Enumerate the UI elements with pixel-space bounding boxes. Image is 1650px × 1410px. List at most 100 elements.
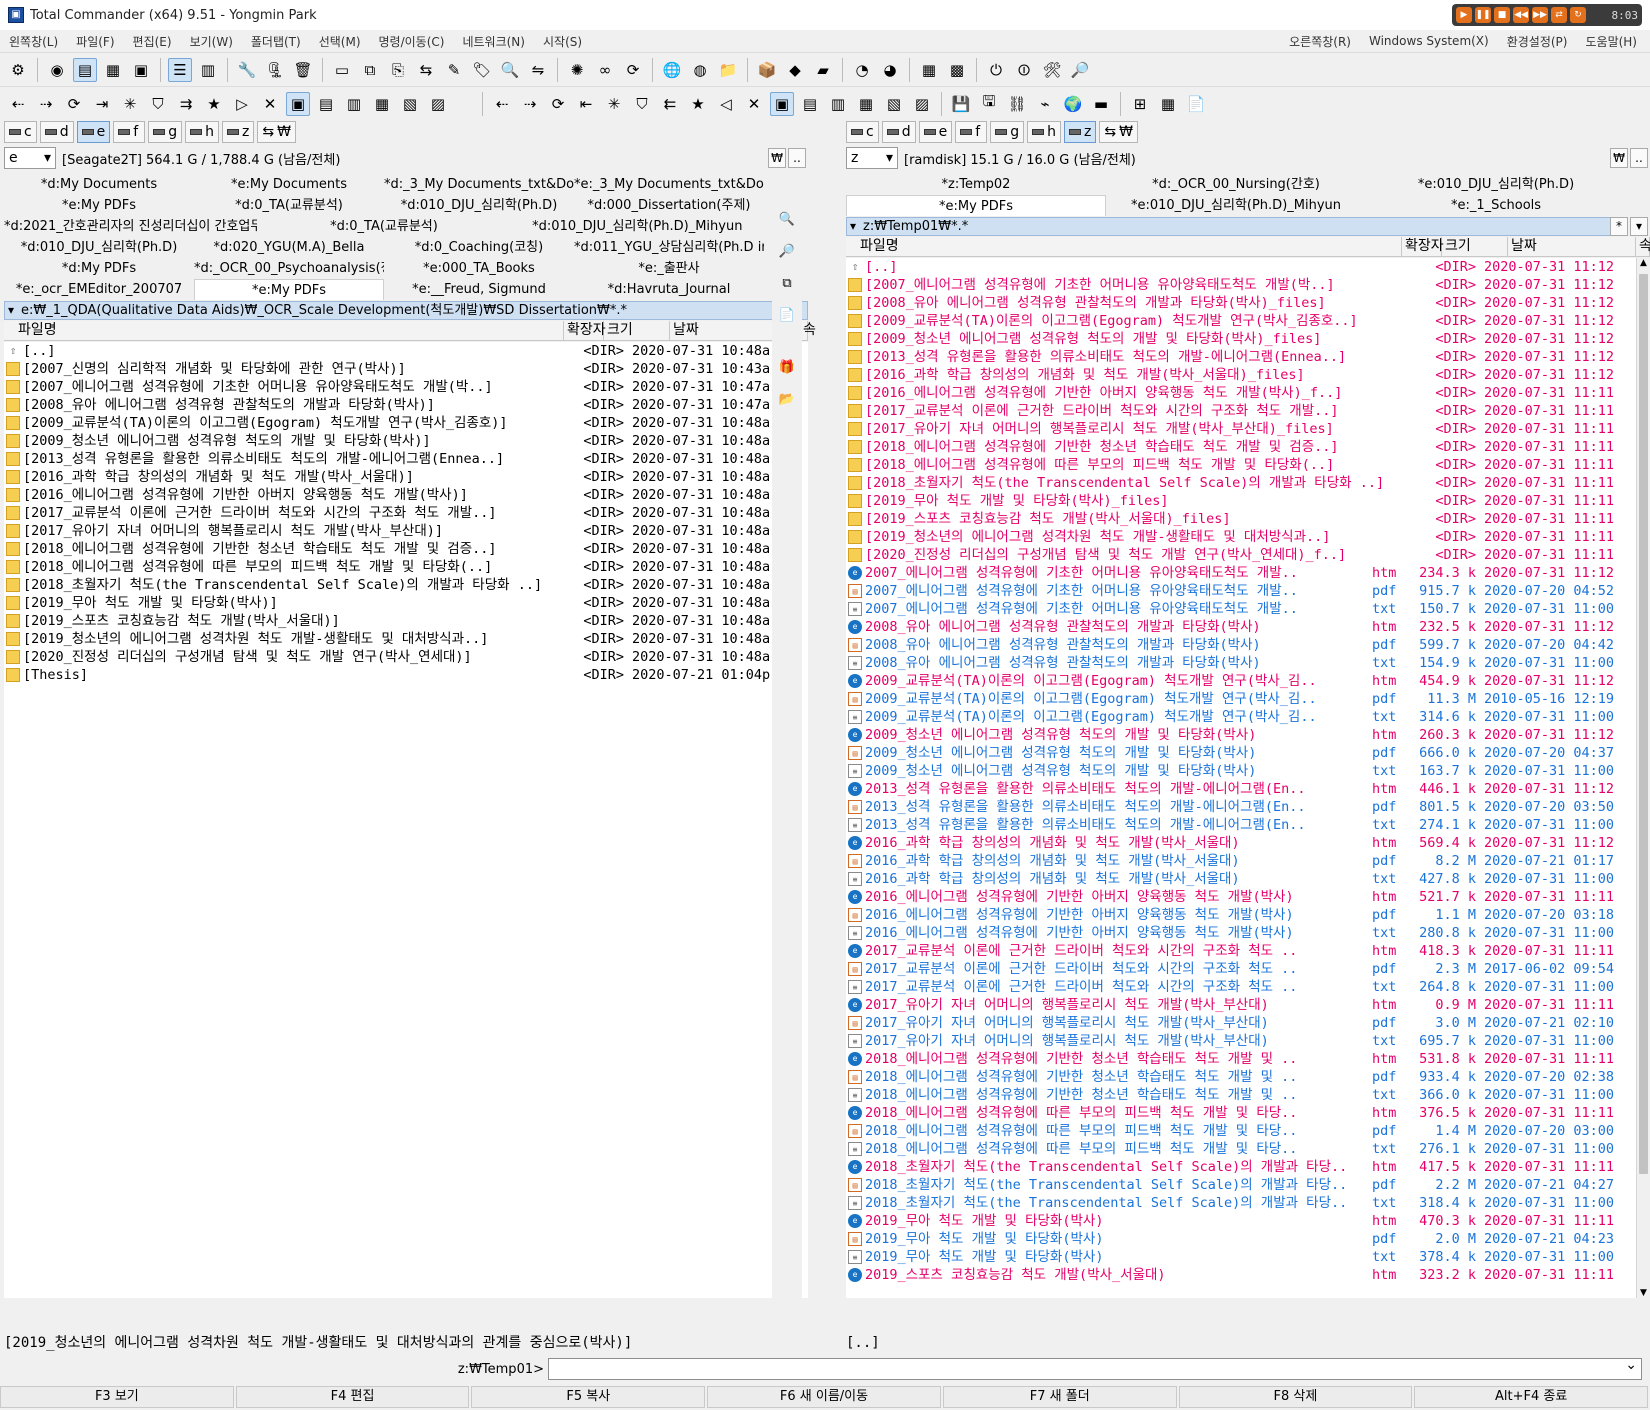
cross-icon[interactable]: ✕ [258, 92, 282, 116]
left-file-row[interactable]: [2017_교류분석 이론에 근거한 드라이버 척도와 시간의 구조화 척도 개… [4, 504, 808, 522]
right-col-size[interactable]: 크기 [1442, 237, 1508, 256]
f4-edit-button[interactable]: F4 편집 [235, 1386, 470, 1408]
right-file-row[interactable]: ▤ 2018_에니어그램 성격유형에 따른 부모의 피드백 척도 개발 및 타당.… [846, 1122, 1636, 1140]
right-vertical-scrollbar[interactable]: ▲ ▼ [1636, 258, 1650, 1298]
right-parent-button[interactable]: .. [1630, 148, 1648, 168]
left-drive-d[interactable]: d [39, 121, 74, 143]
battery-icon[interactable]: ▬ [1089, 92, 1113, 116]
right-back-icon[interactable]: ⇠ [490, 92, 514, 116]
menu-folder-tabs[interactable]: 폴더탭(T) [242, 33, 310, 50]
left-file-row[interactable]: [2009_교류분석(TA)이론의 이고그램(Egogram) 척도개발 연구(… [4, 414, 808, 432]
left-parent-button[interactable]: .. [788, 148, 806, 168]
right-file-row[interactable]: [2016_에니어그램 성격유형에 기반한 아버지 양육행동 척도 개발(박사)… [846, 384, 1636, 402]
right-file-row[interactable]: [2017_교류분석 이론에 근거한 드라이버 척도와 시간의 구조화 척도 개… [846, 402, 1636, 420]
right-file-row[interactable]: ▤ 2018_에니어그램 성격유형에 기반한 청소년 학습태도 척도 개발 및 .… [846, 1068, 1636, 1086]
f7-new-folder-button[interactable]: F7 새 폴더 [942, 1386, 1177, 1408]
menu-right-pane[interactable]: 오른쪽창(R) [1280, 33, 1360, 50]
star-burst-icon[interactable]: ✳ [118, 92, 142, 116]
repeat-icon[interactable]: ↻ [1570, 7, 1586, 23]
left-file-row[interactable]: [2019_청소년의 에니어그램 성격차원 척도 개발-생활태도 및 대처방식과… [4, 630, 808, 648]
cube-icon[interactable]: ◆ [783, 58, 807, 82]
apps-icon[interactable]: ▦ [1156, 92, 1180, 116]
right-drive-e[interactable]: e [918, 121, 953, 143]
left-path-bar[interactable]: e:₩_1_QDA(Qualitative Data Aids)₩_OCR_Sc… [4, 301, 808, 320]
left-folder-tab[interactable]: *d:Havruta_Journal [574, 279, 764, 300]
right-play-back-icon[interactable]: ◁ [714, 92, 738, 116]
refresh-view-icon[interactable]: ◉ [45, 58, 69, 82]
right-panel-4-icon[interactable]: ▦ [854, 92, 878, 116]
left-col-ext[interactable]: 확장자 [564, 321, 606, 340]
right-file-row[interactable]: [2009_교류분석(TA)이론의 이고그램(Egogram) 척도개발 연구(… [846, 312, 1636, 330]
menu-edit[interactable]: 편집(E) [124, 33, 181, 50]
play-icon[interactable]: ▶ [1456, 7, 1472, 23]
right-file-row[interactable]: ≡ 2016_과학 학급 창의성의 개념화 및 척도 개발(박사_서울대) txt 4… [846, 870, 1636, 888]
right-drive-network[interactable]: ⇆ ₩ [1099, 121, 1138, 143]
favorite-icon[interactable]: ★ [202, 92, 226, 116]
copy-icon[interactable]: ⧉ [358, 58, 382, 82]
right-file-row[interactable]: [2020_진정성 리더십의 구성개념 탐색 및 척도 개발 연구(박사_연세대… [846, 546, 1636, 564]
menu-select[interactable]: 선택(M) [310, 33, 370, 50]
right-drive-f[interactable]: f [955, 121, 988, 143]
left-folder-tab[interactable]: *d:010_DJU_심리학(Ph.D) [4, 237, 194, 258]
right-file-row[interactable]: e 2007_에니어그램 성격유형에 기초한 어머니용 유아양육태도척도 개발..… [846, 564, 1636, 582]
panel-6-icon[interactable]: ▨ [426, 92, 450, 116]
disk-icon[interactable]: 💾 [949, 92, 973, 116]
left-file-row[interactable]: ⇧ [..] <DIR> 2020-07-31 10:48a- [4, 342, 808, 360]
right-file-row[interactable]: [2009_청소년 에니어그램 성격유형 척도의 개발 및 타당화(박사)_fi… [846, 330, 1636, 348]
network-icon[interactable]: ⛓ [1005, 92, 1029, 116]
left-drive-g[interactable]: g [148, 121, 183, 143]
globe-2-icon[interactable]: 🌍 [1061, 92, 1085, 116]
left-drive-h[interactable]: h [185, 121, 219, 143]
right-folder-tab[interactable]: *d:_OCR_00_Nursing(간호) [1106, 174, 1366, 195]
tag-icon[interactable]: 🏷 [470, 58, 494, 82]
play-forward-icon[interactable]: ▷ [230, 92, 254, 116]
mid-copy-icon[interactable]: ⧉ [777, 274, 797, 294]
brief-view-icon[interactable]: ▤ [73, 57, 97, 82]
find-files-icon[interactable]: 🔎 [1068, 58, 1092, 82]
right-file-row[interactable]: [2013_성격 유형론을 활용한 의류소비태도 척도의 개발-에니어그램(En… [846, 348, 1636, 366]
copy-names-icon[interactable]: ⎘ [386, 58, 410, 82]
left-drive-e[interactable]: e [76, 121, 111, 143]
left-drive-combo[interactable]: e ▾ [4, 147, 56, 169]
pause-icon[interactable]: ❚❚ [1475, 7, 1491, 23]
right-file-row[interactable]: [2018_초월자기 척도(the Transcendental Self Sc… [846, 474, 1636, 492]
refresh-icon[interactable]: ⟳ [62, 92, 86, 116]
right-favorite-icon[interactable]: ★ [686, 92, 710, 116]
right-file-row[interactable]: ▤ 2018_초월자기 척도(the Transcendental Self Sc… [846, 1176, 1636, 1194]
right-panel-3-icon[interactable]: ▥ [826, 92, 850, 116]
left-file-row[interactable]: [2007_신명의 심리학적 개념화 및 타당화에 관한 연구(박사)] <DIR… [4, 360, 808, 378]
left-folder-tab[interactable]: *e:__Freud, Sigmund [384, 279, 574, 300]
right-file-row[interactable]: e 2018_초월자기 척도(the Transcendental Self Sc… [846, 1158, 1636, 1176]
left-col-name[interactable]: 파일명 [4, 321, 564, 340]
panel-2-icon[interactable]: ▤ [314, 92, 338, 116]
disk-2-icon[interactable]: 🖫 [977, 92, 1001, 116]
chart-icon[interactable]: ◔ [850, 58, 874, 82]
right-file-row[interactable]: ▤ 2013_성격 유형론을 활용한 의류소비태도 척도의 개발-에니어그램(En… [846, 798, 1636, 816]
right-file-row[interactable]: [2008_유아 에니어그램 성격유형 관찰척도의 개발과 타당화(박사)_fi… [846, 294, 1636, 312]
thumbnail-view-icon[interactable]: ▣ [129, 58, 153, 82]
left-file-row[interactable]: [2016_과학 학급 창의성의 개념화 및 척도 개발(박사_서울대)] <DI… [4, 468, 808, 486]
shuffle-icon[interactable]: ⇄ [1551, 7, 1567, 23]
left-file-row[interactable]: [2019_스포츠 코칭효능감 척도 개발(박사_서울대)] <DIR> 2020-… [4, 612, 808, 630]
f5-copy-button[interactable]: F5 복사 [471, 1386, 706, 1408]
scroll-down-icon[interactable]: ▼ [1637, 1288, 1650, 1298]
globe-icon[interactable]: 🌐 [660, 58, 684, 82]
left-folder-tab[interactable]: *d:011_YGU_상담심리학(Ph.D in CP) [574, 237, 764, 258]
right-file-row[interactable]: ≡ 2016_에니어그램 성격유형에 기반한 아버지 양육행동 척도 개발(박사)… [846, 924, 1636, 942]
shutdown-icon[interactable]: ⏼ [1012, 58, 1036, 82]
right-folder-tab[interactable]: *e:_1_Schools [1366, 195, 1626, 216]
left-folder-tab[interactable]: *d:0_Coaching(코칭) [384, 237, 574, 258]
left-drive-z[interactable]: z [221, 121, 255, 143]
right-file-row[interactable]: ≡ 2017_유아기 자녀 어머니의 행복플로리시 척도 개발(박사_부산대) tx… [846, 1032, 1636, 1050]
right-file-row[interactable]: ▤ 2007_에니어그램 성격유형에 기초한 어머니용 유아양육태도척도 개발..… [846, 582, 1636, 600]
right-cross-icon[interactable]: ✕ [742, 92, 766, 116]
box-icon[interactable]: 📦 [755, 58, 779, 82]
right-file-row[interactable]: e 2018_에니어그램 성격유형에 기반한 청소년 학습태도 척도 개발 및 .… [846, 1050, 1636, 1068]
panel-4-icon[interactable]: ▦ [370, 92, 394, 116]
right-refresh-icon[interactable]: ⟳ [546, 92, 570, 116]
right-file-row[interactable]: ≡ 2009_교류분석(TA)이론의 이고그램(Egogram) 척도개발 연구(… [846, 708, 1636, 726]
right-file-row[interactable]: ▤ 2009_교류분석(TA)이론의 이고그램(Egogram) 척도개발 연구(… [846, 690, 1636, 708]
left-file-row[interactable]: [2016_에니어그램 성격유형에 기반한 아버지 양육행동 척도 개발(박사)… [4, 486, 808, 504]
right-file-row[interactable]: ▤ 2019_무아 척도 개발 및 타당화(박사) pdf 2.0 M 2020-07-… [846, 1230, 1636, 1248]
left-file-row[interactable]: [2020_진정성 리더십의 구성개념 탐색 및 척도 개발 연구(박사_연세대… [4, 648, 808, 666]
